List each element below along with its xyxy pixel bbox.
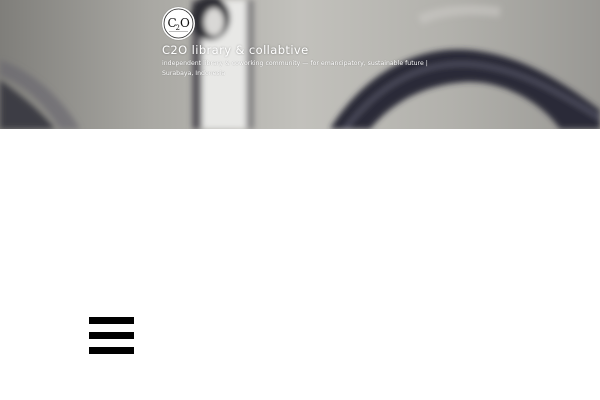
site-description: independent library & coworking communit… [162,60,428,77]
hamburger-bar-middle [89,332,134,339]
page: C 2 O C2O library & collabtive independe… [0,0,600,400]
site-header: C 2 O C2O library & collabtive independe… [0,0,600,129]
site-logo[interactable]: C 2 O [162,7,195,40]
hamburger-bar-top [89,317,134,324]
menu-toggle-button[interactable] [89,317,134,355]
svg-text:O: O [180,16,190,30]
hamburger-bar-bottom [89,347,134,354]
site-branding: C 2 O C2O library & collabtive independe… [162,7,442,79]
site-title[interactable]: C2O library & collabtive [162,43,442,57]
c2o-logo-icon: C 2 O [163,8,194,39]
